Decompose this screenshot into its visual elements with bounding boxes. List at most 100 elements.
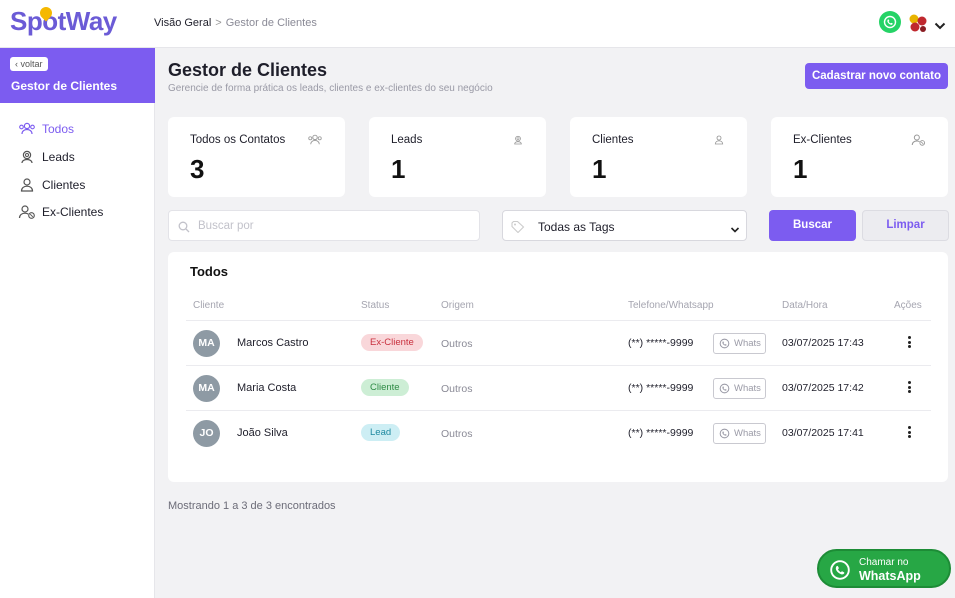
- client-name[interactable]: João Silva: [237, 427, 288, 439]
- users-icon: [19, 122, 35, 135]
- column-header-acoes: Ações: [894, 300, 922, 311]
- whatsapp-chat-line1: Chamar no: [859, 557, 909, 568]
- sidebar-item-todos[interactable]: Todos: [18, 119, 74, 139]
- user-x-icon: [911, 133, 926, 151]
- search-icon: [178, 220, 190, 238]
- whatsapp-status-icon[interactable]: [879, 11, 901, 33]
- whatsapp-button[interactable]: Whats: [713, 378, 766, 399]
- table-row[interactable]: MA Marcos Castro Ex-Cliente Outros (**) …: [186, 321, 931, 365]
- origin-text: Outros: [441, 428, 473, 440]
- stat-card-ex-clientes: Ex-Clientes 1: [771, 117, 948, 197]
- whatsapp-button[interactable]: Whats: [713, 333, 766, 354]
- whatsapp-button-label: Whats: [734, 383, 761, 394]
- sidebar-item-ex-clientes[interactable]: Ex-Clientes: [18, 202, 103, 222]
- contacts-panel: Todos Cliente Status Origem Telefone/Wha…: [168, 252, 948, 482]
- new-contact-button[interactable]: Cadastrar novo contato: [805, 63, 948, 89]
- avatar: MA: [193, 375, 220, 402]
- whatsapp-icon: [719, 338, 730, 349]
- stat-card-todos: Todos os Contatos 3: [168, 117, 345, 197]
- user-x-icon: [18, 205, 35, 219]
- datetime-text: 03/07/2025 17:41: [782, 427, 864, 439]
- sidebar-item-clientes[interactable]: Clientes: [18, 175, 85, 195]
- whatsapp-button-label: Whats: [734, 338, 761, 349]
- stat-value: 1: [793, 154, 808, 184]
- tags-select-value: Todas as Tags: [538, 220, 615, 234]
- phone-text: (**) *****-9999: [628, 427, 694, 439]
- sidebar-item-label: Ex-Clientes: [42, 205, 104, 219]
- whatsapp-chat-line2: WhatsApp: [859, 569, 921, 583]
- column-header-data-hora: Data/Hora: [782, 300, 828, 311]
- stat-value: 1: [391, 154, 406, 184]
- column-header-origem: Origem: [441, 300, 474, 311]
- clear-button[interactable]: Limpar: [862, 210, 949, 241]
- lead-icon: [21, 150, 33, 164]
- datetime-text: 03/07/2025 17:43: [782, 337, 864, 349]
- stat-label: Todos os Contatos: [190, 134, 286, 146]
- table-row[interactable]: JO João Silva Lead Outros (**) *****-999…: [186, 411, 931, 455]
- column-header-cliente: Cliente: [193, 300, 225, 311]
- status-badge: Lead: [361, 424, 401, 441]
- chevron-down-icon: [730, 221, 740, 239]
- row-actions-menu-icon[interactable]: [904, 380, 914, 396]
- client-name[interactable]: Maria Costa: [237, 382, 296, 394]
- status-badge: Cliente: [361, 379, 409, 396]
- logo-spot-text: Spot: [10, 6, 66, 36]
- sidebar-item-label: Todos: [42, 122, 75, 136]
- whatsapp-button-label: Whats: [734, 428, 761, 439]
- account-avatar-icon[interactable]: [907, 12, 929, 34]
- user-icon: [20, 178, 34, 192]
- lead-icon: [512, 133, 524, 151]
- avatar: MA: [193, 330, 220, 357]
- table-row[interactable]: MA Maria Costa Cliente Outros (**) *****…: [186, 366, 931, 410]
- origin-text: Outros: [441, 383, 473, 395]
- sidebar: ‹ voltar Gestor de Clientes Todos Leads …: [0, 48, 155, 598]
- client-name[interactable]: Marcos Castro: [237, 337, 309, 349]
- whatsapp-button[interactable]: Whats: [713, 423, 766, 444]
- sidebar-title: Gestor de Clientes: [11, 79, 118, 93]
- row-actions-menu-icon[interactable]: [904, 335, 914, 351]
- tag-icon: [511, 220, 527, 238]
- whatsapp-icon: [830, 560, 850, 580]
- top-bar: SpotWay Visão Geral > Gestor de Clientes: [0, 0, 955, 48]
- breadcrumb-current: Gestor de Clientes: [225, 17, 317, 29]
- whatsapp-chat-button[interactable]: Chamar no WhatsApp: [817, 549, 951, 588]
- phone-text: (**) *****-9999: [628, 337, 694, 349]
- chevron-down-icon[interactable]: [934, 17, 946, 35]
- phone-text: (**) *****-9999: [628, 382, 694, 394]
- column-header-telefone: Telefone/Whatsapp: [628, 300, 714, 311]
- search-box: [168, 210, 480, 241]
- users-icon: [307, 133, 323, 151]
- sidebar-item-label: Leads: [42, 150, 75, 164]
- stat-label: Ex-Clientes: [793, 134, 852, 146]
- avatar: JO: [193, 420, 220, 447]
- stat-card-leads: Leads 1: [369, 117, 546, 197]
- stat-card-clientes: Clientes 1: [570, 117, 747, 197]
- spotway-logo[interactable]: SpotWay: [10, 4, 118, 37]
- sidebar-item-leads[interactable]: Leads: [18, 147, 75, 167]
- tags-select[interactable]: Todas as Tags: [502, 210, 747, 241]
- whatsapp-icon: [719, 428, 730, 439]
- stat-label: Leads: [391, 134, 423, 146]
- stat-value: 1: [592, 154, 607, 184]
- breadcrumb-separator: >: [215, 17, 222, 29]
- logo-way-text: Way: [65, 6, 118, 36]
- breadcrumb-root[interactable]: Visão Geral: [154, 17, 211, 29]
- row-actions-menu-icon[interactable]: [904, 425, 914, 441]
- search-input[interactable]: [198, 218, 468, 234]
- datetime-text: 03/07/2025 17:42: [782, 382, 864, 394]
- breadcrumb: Visão Geral > Gestor de Clientes: [154, 17, 317, 29]
- origin-text: Outros: [441, 338, 473, 350]
- sidebar-header: ‹ voltar Gestor de Clientes: [0, 48, 155, 103]
- stat-label: Clientes: [592, 134, 634, 146]
- pagination-summary: Mostrando 1 a 3 de 3 encontrados: [168, 500, 336, 512]
- user-icon: [713, 133, 725, 151]
- page-title: Gestor de Clientes: [168, 60, 328, 80]
- back-button[interactable]: ‹ voltar: [10, 57, 48, 71]
- status-badge: Ex-Cliente: [361, 334, 423, 351]
- panel-title: Todos: [190, 264, 229, 279]
- sidebar-item-label: Clientes: [42, 178, 86, 192]
- page-subtitle: Gerencie de forma prática os leads, clie…: [168, 83, 493, 94]
- search-button[interactable]: Buscar: [769, 210, 856, 241]
- whatsapp-icon: [719, 383, 730, 394]
- back-label: voltar: [20, 59, 43, 69]
